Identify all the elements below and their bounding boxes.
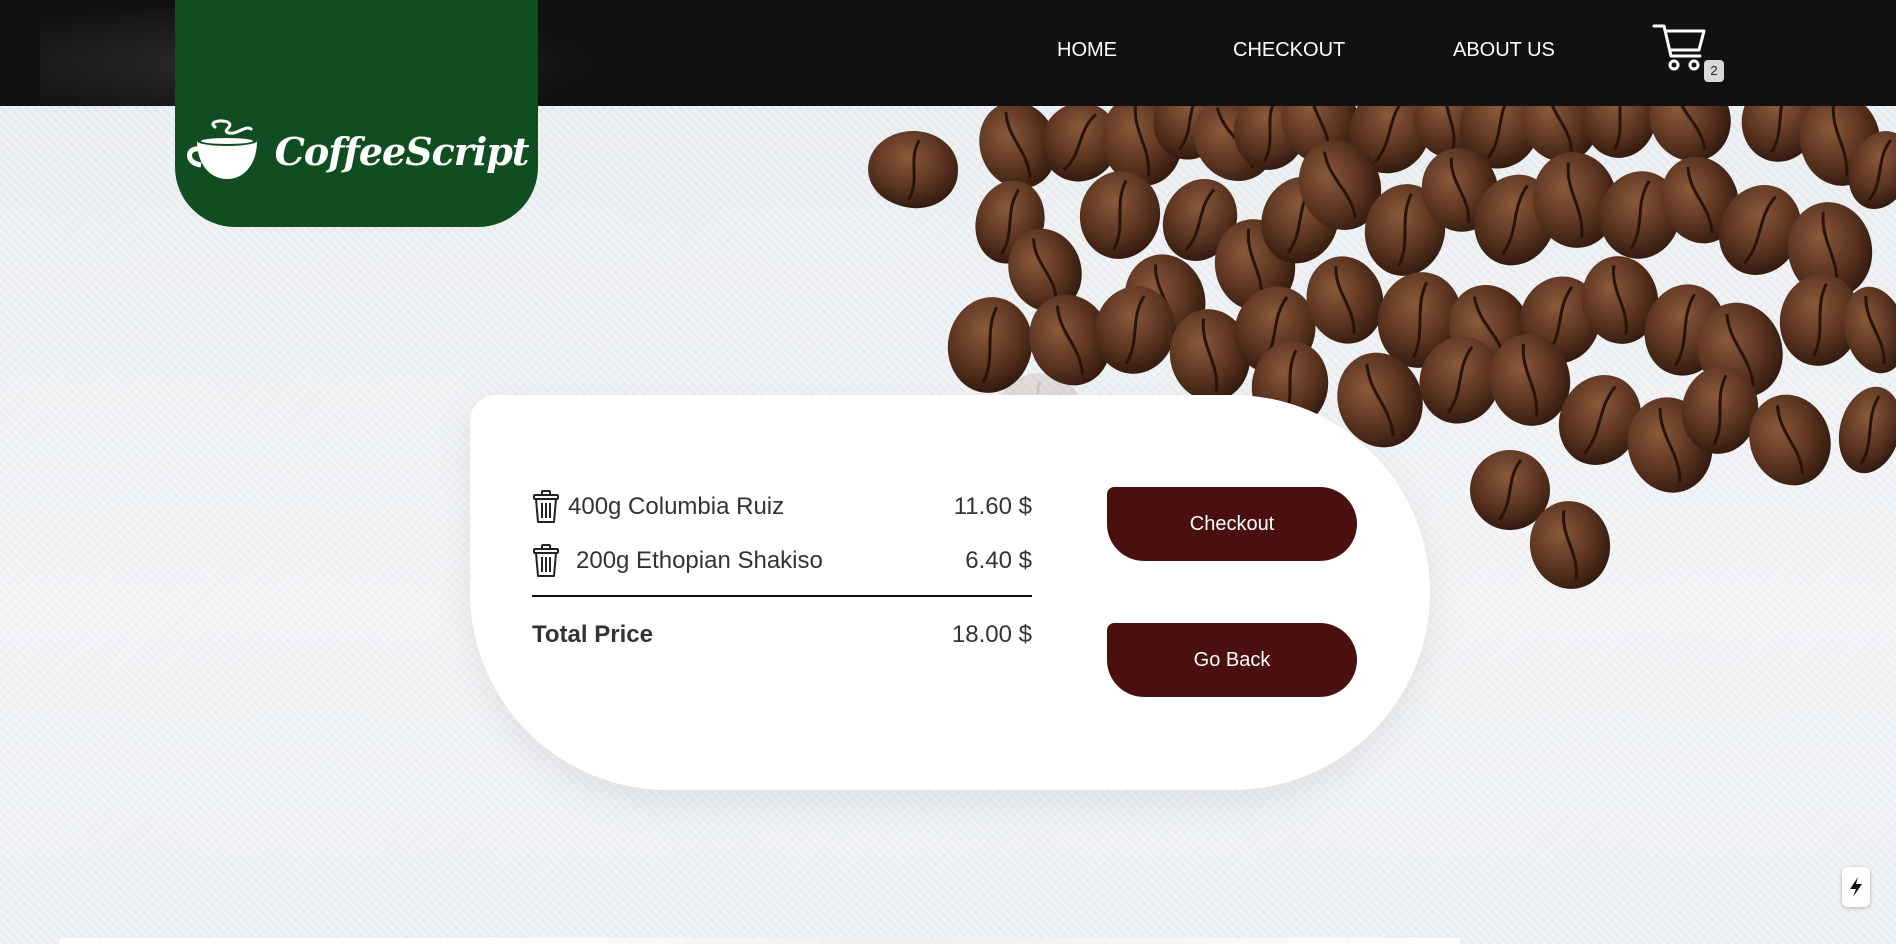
- trash-icon[interactable]: [532, 490, 560, 524]
- brand-logo: CoffeeScript: [185, 119, 529, 183]
- coffee-cup-icon: [186, 119, 257, 179]
- go-back-button[interactable]: Go Back: [1107, 623, 1357, 697]
- total-label: Total Price: [532, 621, 653, 648]
- trash-icon[interactable]: [532, 544, 560, 578]
- item-price: 11.60 $: [953, 493, 1032, 520]
- nav-about-link[interactable]: ABOUT US: [1453, 39, 1555, 62]
- cart-summary-card: 400g Columbia Ruiz 11.60 $ 200g Ethopian…: [470, 395, 1430, 790]
- cart-line-item: 200g Ethopian Shakiso 6.40 $: [532, 541, 1032, 581]
- item-name: 400g Columbia Ruiz: [568, 493, 785, 520]
- cart-line-item: 400g Columbia Ruiz 11.60 $: [532, 487, 1032, 527]
- nav-checkout-link[interactable]: CHECKOUT: [1233, 39, 1345, 62]
- logo-panel[interactable]: CoffeeScript: [175, 0, 538, 227]
- total-divider: [532, 595, 1032, 597]
- nav-home-link[interactable]: HOME: [1057, 39, 1117, 62]
- lightning-icon[interactable]: [1842, 867, 1870, 907]
- item-name: 200g Ethopian Shakiso: [576, 547, 823, 574]
- brand-name: CoffeeScript: [274, 128, 530, 174]
- checkout-button[interactable]: Checkout: [1107, 487, 1357, 561]
- cart-icon: [1652, 24, 1706, 71]
- total-row: Total Price 18.00 $: [532, 615, 1032, 655]
- total-value: 18.00 $: [951, 621, 1032, 648]
- item-price: 6.40 $: [965, 547, 1032, 574]
- bottom-edge: [60, 938, 1460, 944]
- cart-count-badge: 2: [1704, 60, 1724, 82]
